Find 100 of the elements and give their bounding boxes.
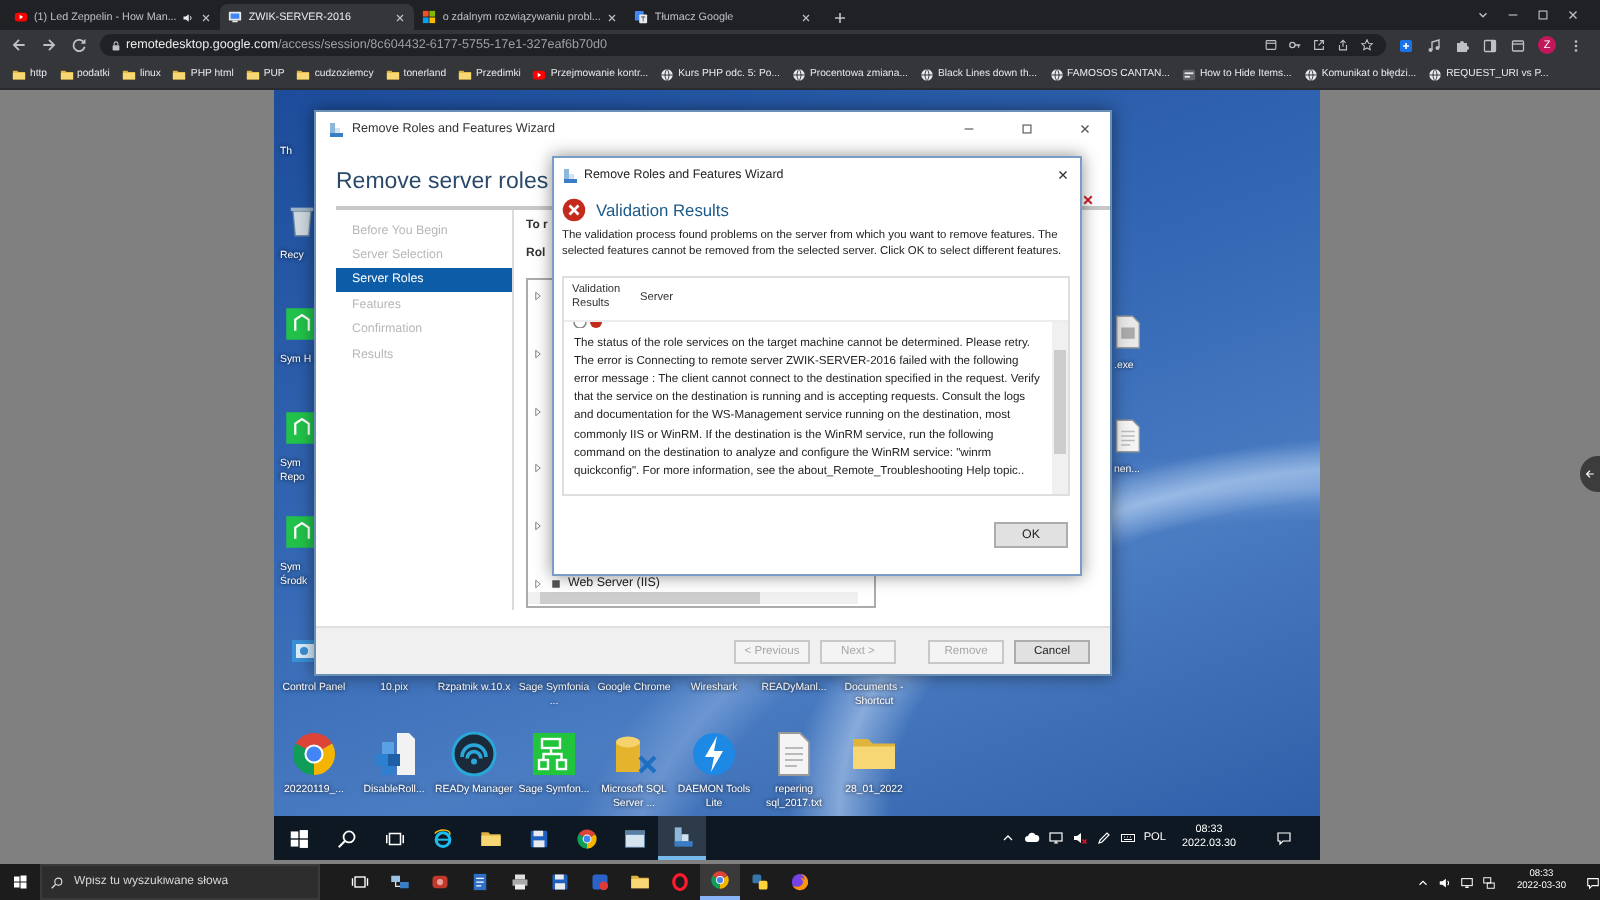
expand-arrow-icon[interactable] (532, 462, 544, 475)
fox-browser-icon (790, 872, 810, 892)
folder-icon (630, 872, 650, 892)
monitor-icon[interactable] (1460, 875, 1475, 889)
floppy-icon (550, 872, 570, 892)
expand-arrow-icon[interactable] (532, 347, 544, 360)
program-file-icon[interactable] (1110, 314, 1146, 350)
browser-icon (575, 827, 597, 849)
monitor-icon[interactable] (1047, 830, 1064, 846)
forward-icon[interactable] (40, 36, 58, 54)
printer-icon (510, 872, 530, 892)
globe-icon (1428, 67, 1443, 81)
error-icon (562, 198, 586, 222)
page-heading: Remove server roles (336, 170, 549, 194)
close-icon[interactable] (200, 11, 213, 23)
close-icon[interactable] (606, 11, 619, 23)
search-icon (335, 827, 357, 849)
new-tab-icon[interactable] (832, 9, 849, 25)
play-icon (14, 10, 28, 24)
minimize-icon[interactable] (962, 122, 976, 136)
page-icon[interactable] (1264, 38, 1278, 52)
document-icon[interactable] (1110, 418, 1146, 454)
signal-icon[interactable] (450, 730, 498, 778)
external-link-icon[interactable] (1312, 38, 1326, 52)
notification-icon[interactable] (1586, 875, 1600, 889)
sidebar-icon[interactable] (1482, 37, 1498, 53)
folder-icon (12, 67, 26, 81)
caret-up-icon[interactable] (1416, 875, 1431, 889)
expand-arrow-icon[interactable] (532, 405, 544, 418)
close-icon[interactable] (1566, 8, 1580, 22)
close-icon[interactable] (394, 11, 407, 23)
music-note-icon[interactable] (1426, 37, 1442, 53)
close-icon[interactable] (800, 11, 813, 23)
app-icon (430, 872, 450, 892)
network-share-icon (390, 872, 410, 892)
network-icon[interactable] (1482, 875, 1497, 889)
play-icon (532, 67, 547, 81)
dialog-heading: Validation Results (596, 200, 729, 220)
notification-icon[interactable] (1276, 830, 1292, 846)
lightning-icon[interactable] (690, 730, 738, 778)
error-mark-icon (1082, 194, 1094, 206)
folder-icon (479, 827, 501, 849)
task-view-icon (383, 827, 405, 849)
start-icon[interactable] (12, 874, 28, 890)
cubes-icon[interactable] (370, 730, 418, 778)
maximize-icon[interactable] (1020, 122, 1034, 136)
speaker-icon[interactable] (1438, 875, 1453, 889)
site-icon (1181, 67, 1196, 81)
globe-icon (660, 67, 675, 81)
folder-icon (458, 67, 473, 81)
caret-up-icon[interactable] (999, 830, 1016, 846)
expand-arrow-icon[interactable] (532, 520, 544, 533)
app-icon (750, 872, 770, 892)
flowchart-icon[interactable] (530, 730, 578, 778)
star-icon[interactable] (1360, 38, 1374, 52)
globe-icon (791, 67, 806, 81)
role-icon (550, 577, 562, 590)
page-icon[interactable] (1510, 37, 1526, 53)
expand-arrow-icon[interactable] (532, 290, 544, 302)
share-icon[interactable] (1336, 38, 1350, 52)
muted-speaker-icon[interactable] (1071, 830, 1088, 846)
server-wizard-icon (671, 825, 693, 847)
speaker-icon[interactable] (182, 11, 195, 23)
minimize-icon[interactable] (1506, 8, 1520, 22)
folder-icon (121, 67, 136, 81)
extension-badge-icon[interactable] (1398, 37, 1414, 53)
pen-icon[interactable] (1095, 830, 1112, 846)
back-icon[interactable] (10, 36, 28, 54)
folder-icon (296, 67, 311, 81)
folder-icon (385, 67, 400, 81)
side-panel-handle[interactable] (1580, 456, 1600, 492)
folder-icon (59, 67, 73, 81)
browser-icon[interactable] (290, 730, 338, 778)
key-icon[interactable] (1288, 38, 1302, 52)
folder-icon (172, 67, 187, 81)
task-view-icon (350, 872, 370, 892)
document-icon (470, 872, 490, 892)
globe-icon (1303, 67, 1318, 81)
app-icon (590, 872, 610, 892)
extension-icon[interactable] (1454, 37, 1470, 53)
chevron-down-icon[interactable] (1476, 8, 1490, 22)
taskbar-button[interactable] (700, 864, 740, 900)
keyboard-icon[interactable] (1119, 830, 1136, 846)
globe-icon (1049, 67, 1064, 81)
translate-icon (634, 10, 649, 24)
expand-arrow-icon[interactable] (532, 577, 544, 590)
browser-icon (710, 870, 730, 890)
vertical-scrollbar[interactable] (1052, 321, 1068, 494)
lock-icon (110, 39, 122, 51)
browser-icon (431, 827, 453, 849)
horizontal-scrollbar[interactable] (528, 592, 858, 604)
four-squares-icon (422, 10, 437, 24)
close-icon[interactable] (1056, 168, 1070, 182)
server-wizard-icon (328, 121, 344, 137)
cloud-icon[interactable] (1023, 830, 1040, 846)
search-icon (50, 875, 64, 889)
close-icon[interactable] (1078, 122, 1092, 136)
floppy-icon (527, 827, 549, 849)
maximize-icon[interactable] (1536, 8, 1550, 22)
reload-icon[interactable] (70, 36, 88, 54)
